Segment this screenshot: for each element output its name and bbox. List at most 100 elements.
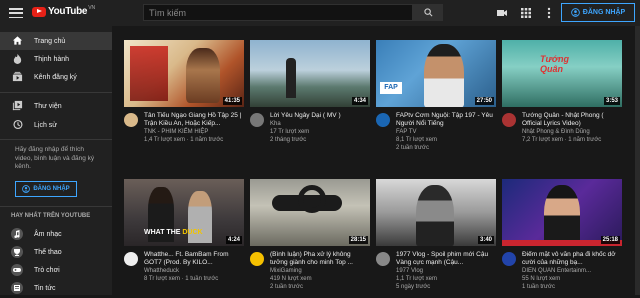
video-card[interactable]: WHAT THE DUCK 4:24 Whatthe... Ft. BamBam… <box>124 179 244 289</box>
video-title[interactable]: Whatthe... Ft. BamBam From GOT7 (Prod. B… <box>144 251 244 267</box>
channel-avatar[interactable] <box>250 113 264 127</box>
library-icon <box>11 100 23 112</box>
video-duration: 4:34 <box>351 97 368 105</box>
video-age: 1 tuần trước <box>522 284 555 290</box>
apps-grid-icon[interactable] <box>520 7 532 19</box>
video-thumbnail[interactable]: 28:15 <box>250 179 370 246</box>
channel-avatar[interactable] <box>124 113 138 127</box>
sidebar-item-trending[interactable]: Thịnh hành <box>0 50 112 68</box>
video-duration: 3:53 <box>603 97 620 105</box>
video-card[interactable]: 4:34 Lời Yêu Ngây Dại ( MV ) Kha 17 Tr l… <box>250 40 370 143</box>
sidebar-item-history[interactable]: Lịch sử <box>0 116 112 134</box>
news-icon <box>11 282 23 294</box>
video-age: 2 tháng trước <box>270 137 307 143</box>
channel-avatar[interactable] <box>376 113 390 127</box>
subscriptions-icon <box>11 71 23 83</box>
video-age: 2 tuần trước <box>396 145 429 151</box>
video-stats: 8 Tr lượt xem · 1 tuần trước <box>144 276 219 282</box>
sign-in-label: ĐĂNG NHẬP <box>582 9 626 16</box>
video-stats: 419 N lượt xem <box>270 276 312 282</box>
video-duration: 4:24 <box>225 236 242 244</box>
sidebar-item-label: Thư viện <box>34 102 62 110</box>
video-duration: 25:18 <box>600 236 620 244</box>
video-grid: 41:35 Tân Tiếu Ngạo Giang Hồ Tập 25 | Tr… <box>112 26 640 295</box>
sidebar-item-label: Âm nhạc <box>34 230 62 238</box>
video-title[interactable]: 1977 Vlog - Spoil phim mới Cậu Vàng cực … <box>396 251 496 267</box>
settings-more-icon[interactable] <box>543 7 555 19</box>
top-bar: YouTube VN Tìm kiếm ĐĂNG NHẬP <box>0 0 640 26</box>
account-icon <box>22 185 31 193</box>
video-card[interactable]: 3:40 1977 Vlog - Spoil phim mới Cậu Vàng… <box>376 179 496 290</box>
sports-icon <box>11 246 23 258</box>
logo-region: VN <box>88 4 96 11</box>
video-card[interactable]: 41:35 Tân Tiếu Ngạo Giang Hồ Tập 25 | Tr… <box>124 40 244 143</box>
home-icon <box>11 35 23 47</box>
video-card[interactable]: FAP 27:50 FAPtv Cơm Nguội: Tập 197 - Yêu… <box>376 40 496 151</box>
video-title[interactable]: FAPtv Cơm Nguội: Tập 197 - Yêu Người Nổi… <box>396 112 496 128</box>
channel-name[interactable]: TNK - PHIM KIẾM HIỆP <box>144 128 244 136</box>
video-stats: 7,2 Tr lượt xem · 1 năm trước <box>522 137 602 143</box>
sidebar-item-music[interactable]: Âm nhạc <box>0 225 112 243</box>
video-title[interactable]: Tướng Quân - Nhật Phong ( Official Lyric… <box>522 112 622 128</box>
video-card[interactable]: Tướng Quân 3:53 Tướng Quân - Nhật Phong … <box>502 40 622 143</box>
video-thumbnail[interactable]: 41:35 <box>124 40 244 107</box>
sidebar-item-label: Lịch sử <box>34 121 57 129</box>
video-stats: 55 N lượt xem <box>522 276 561 282</box>
youtube-logo[interactable]: YouTube VN <box>32 4 96 17</box>
music-icon <box>11 228 23 240</box>
channel-avatar[interactable] <box>502 252 516 266</box>
channel-avatar[interactable] <box>124 252 138 266</box>
sidebar-item-label: Thịnh hành <box>34 55 70 63</box>
page-scrollbar[interactable] <box>635 26 640 295</box>
account-icon <box>570 8 580 17</box>
video-thumbnail[interactable]: 25:18 <box>502 179 622 246</box>
video-stats: 8,1 Tr lượt xem <box>396 137 437 143</box>
channel-name[interactable]: MixiGaming <box>270 267 370 275</box>
history-icon <box>11 119 23 131</box>
video-card[interactable]: 28:15 (Bình luận) Pha xử lý không tưởng … <box>250 179 370 290</box>
search-button[interactable] <box>413 4 443 21</box>
video-stats: 17 Tr lượt xem <box>270 129 310 135</box>
channel-name[interactable]: Whattheduck <box>144 267 244 275</box>
video-card[interactable]: 25:18 Điểm mặt vô văn pha đi khốc dở cườ… <box>502 179 622 290</box>
video-duration: 41:35 <box>222 97 242 105</box>
sidebar-divider <box>0 206 112 207</box>
signin-prompt-text: Hãy đăng nhập để thích video, bình luận … <box>15 146 95 170</box>
sidebar-item-gaming[interactable]: Trò chơi <box>0 261 112 279</box>
sidebar-item-subscriptions[interactable]: Kênh đăng ký <box>0 68 112 86</box>
video-duration: 28:15 <box>348 236 368 244</box>
channel-avatar[interactable] <box>376 252 390 266</box>
search-input[interactable]: Tìm kiếm <box>143 4 413 21</box>
channel-name[interactable]: 1977 Vlog <box>396 267 496 275</box>
channel-avatar[interactable] <box>250 252 264 266</box>
video-thumbnail[interactable]: 3:40 <box>376 179 496 246</box>
video-title[interactable]: Điểm mặt vô văn pha đi khốc dở cười của … <box>522 251 622 267</box>
channel-name[interactable]: DIEN QUAN Entertainm... <box>522 267 622 275</box>
sidebar-item-label: Kênh đăng ký <box>34 73 77 81</box>
channel-name[interactable]: FAP TV <box>396 128 496 136</box>
sidebar-item-news[interactable]: Tin tức <box>0 279 112 297</box>
video-thumbnail[interactable]: WHAT THE DUCK 4:24 <box>124 179 244 246</box>
video-title[interactable]: (Bình luận) Pha xử lý không tưởng giành … <box>270 251 370 267</box>
sidebar: Trang chủ Thịnh hành Kênh đăng ký Thư vi… <box>0 26 112 295</box>
sidebar-item-home[interactable]: Trang chủ <box>0 32 112 50</box>
sidebar-item-sports[interactable]: Thể thao <box>0 243 112 261</box>
video-thumbnail[interactable]: FAP 27:50 <box>376 40 496 107</box>
channel-name[interactable]: Nhật Phong & Đình Dũng <box>522 128 622 136</box>
video-title[interactable]: Lời Yêu Ngây Dại ( MV ) <box>270 112 370 120</box>
sidebar-sign-in-label: ĐĂNG NHẬP <box>33 186 70 192</box>
video-title[interactable]: Tân Tiếu Ngạo Giang Hồ Tập 25 | Trận Kiề… <box>144 112 244 128</box>
gaming-icon <box>11 264 23 276</box>
sidebar-divider <box>0 139 112 140</box>
sidebar-sign-in-button[interactable]: ĐĂNG NHẬP <box>15 181 77 197</box>
sign-in-button[interactable]: ĐĂNG NHẬP <box>561 3 635 22</box>
hamburger-menu-icon[interactable] <box>9 6 23 20</box>
channel-avatar[interactable] <box>502 113 516 127</box>
video-age: 2 tuần trước <box>270 284 303 290</box>
sidebar-item-library[interactable]: Thư viện <box>0 97 112 115</box>
create-video-icon[interactable] <box>496 7 508 19</box>
channel-name[interactable]: Kha <box>270 120 370 128</box>
video-thumbnail[interactable]: 4:34 <box>250 40 370 107</box>
video-thumbnail[interactable]: Tướng Quân 3:53 <box>502 40 622 107</box>
logo-text: YouTube <box>48 6 88 17</box>
